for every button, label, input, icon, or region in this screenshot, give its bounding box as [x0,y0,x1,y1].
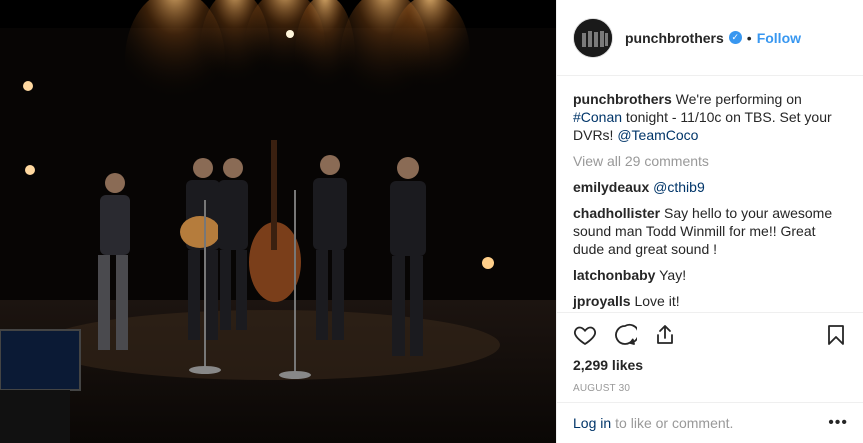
post-date[interactable]: AUGUST 30 [573,383,848,394]
separator-dot: • [746,29,752,46]
comment-username[interactable]: emilydeaux [573,179,649,195]
caption: punchbrothers We're performing on #Conan… [573,90,847,144]
bookmark-icon[interactable] [824,323,848,347]
likes-count[interactable]: 2,299 likes [573,357,848,373]
caption-text-1: We're performing on [671,91,802,107]
post-username[interactable]: punchbrothers [625,30,724,46]
login-link[interactable]: Log in [573,415,611,431]
action-icons [573,315,848,355]
hashtag-link[interactable]: #Conan [573,109,622,125]
heart-icon[interactable] [573,323,597,347]
login-text: to like or comment. [615,415,734,431]
band-stage-photo [0,0,556,443]
comment-text: Yay! [655,267,687,283]
post-actions: 2,299 likes AUGUST 30 [557,312,863,394]
follow-button[interactable]: Follow [757,30,801,46]
comment-icon[interactable] [613,323,640,347]
comment-item: emilydeaux @cthib9 [573,178,847,196]
verified-badge-icon: ✓ [728,31,742,44]
comment-item: jproyalls Love it! [573,292,847,310]
login-bar: Log in to like or comment. ••• [557,402,863,443]
comment-text: Love it! [630,293,680,309]
share-icon[interactable] [653,323,677,347]
post-header: punchbrothers ✓ • Follow [557,0,863,76]
comment-username[interactable]: chadhollister [573,205,660,221]
caption-username[interactable]: punchbrothers [573,91,672,107]
mention-link[interactable]: @TeamCoco [617,127,698,143]
avatar[interactable] [573,17,613,58]
view-all-comments-link[interactable]: View all 29 comments [573,152,847,170]
comment-item: chadhollister Say hello to your awesome … [573,204,847,258]
comment-username[interactable]: jproyalls [573,293,631,309]
post-photo[interactable] [0,0,556,443]
comment-item: latchonbaby Yay! [573,266,847,284]
comment-username[interactable]: latchonbaby [573,267,655,283]
post-side-panel: punchbrothers ✓ • Follow punchbrothers W… [556,0,863,443]
more-options-icon[interactable]: ••• [828,414,848,432]
comments-section: punchbrothers We're performing on #Conan… [557,76,863,310]
comment-mention[interactable]: @cthib9 [653,179,705,195]
